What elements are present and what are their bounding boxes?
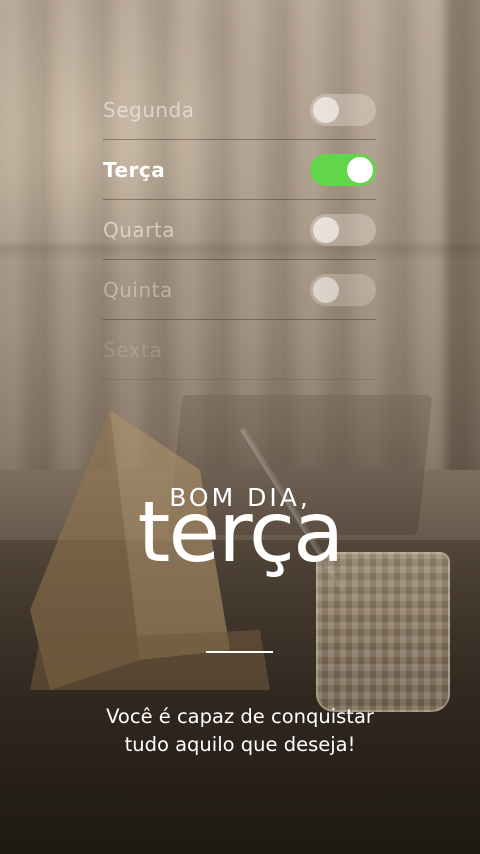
day-label: Quinta (103, 277, 173, 302)
toggle-terca[interactable] (310, 153, 376, 186)
toggle-segunda[interactable] (310, 93, 376, 126)
day-row-segunda: Segunda (103, 80, 376, 140)
toggle-quinta[interactable] (310, 273, 376, 306)
day-label: Sexta (103, 337, 163, 362)
toggle-quarta[interactable] (310, 213, 376, 246)
day-row-quinta: Quinta (103, 260, 376, 320)
day-row-terca: Terça (103, 140, 376, 200)
day-label: Terça (103, 157, 166, 182)
message-line-1: Você é capaz de conquistar (106, 705, 374, 728)
day-row-quarta: Quarta (103, 200, 376, 260)
toggle-knob (313, 216, 339, 243)
weekday-list: Segunda Terça Quarta Quinta Sexta (103, 80, 376, 380)
divider-line (206, 651, 273, 653)
day-row-sexta: Sexta (103, 320, 376, 380)
story-screen: Segunda Terça Quarta Quinta Sexta BOM DI… (0, 0, 480, 854)
day-label: Quarta (103, 217, 175, 242)
toggle-knob (313, 96, 339, 123)
motivational-message: Você é capaz de conquistar tudo aquilo q… (0, 703, 480, 759)
day-label: Segunda (103, 97, 195, 122)
greeting-day: terça (137, 483, 345, 581)
toggle-knob (347, 156, 373, 183)
toggle-knob (313, 276, 339, 303)
message-line-2: tudo aquilo que deseja! (124, 733, 356, 756)
